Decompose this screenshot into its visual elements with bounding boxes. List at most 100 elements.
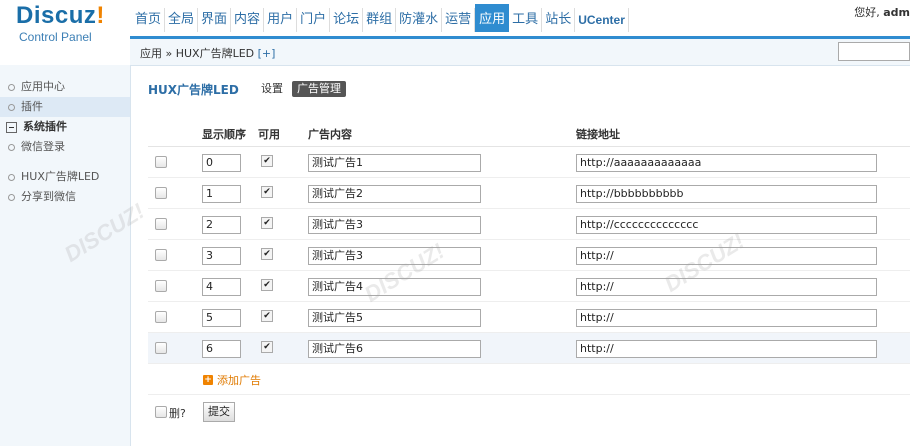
link-input[interactable]: http://	[576, 340, 877, 358]
order-input[interactable]: 0	[202, 154, 241, 172]
sidebar-item-share-wechat[interactable]: 分享到微信	[0, 187, 130, 207]
bullet-icon	[8, 103, 15, 111]
bullet-icon	[8, 143, 15, 151]
order-input[interactable]: 5	[202, 309, 241, 327]
sidebar-group-system-plugins[interactable]: 系统插件	[0, 117, 130, 137]
nav-item-content[interactable]: 内容	[231, 8, 265, 32]
content-input[interactable]: 测试广告3	[308, 216, 481, 234]
order-input[interactable]: 1	[202, 185, 241, 203]
table-row: 3 ✔ 测试广告3 http://	[148, 240, 910, 271]
content-input[interactable]: 测试广告1	[308, 154, 481, 172]
user-info: 您好, adm	[854, 4, 910, 20]
column-header-content: 广告内容	[308, 128, 352, 141]
enabled-checkbox[interactable]: ✔	[261, 248, 273, 260]
nav-item-style[interactable]: 界面	[198, 8, 232, 32]
delete-checkbox[interactable]	[155, 156, 167, 168]
bullet-icon	[8, 193, 15, 201]
table-row: 1 ✔ 测试广告2 http://bbbbbbbbbb	[148, 178, 910, 209]
nav-item-operation[interactable]: 运营	[442, 8, 476, 32]
page-title: HUX广告牌LED	[148, 83, 239, 97]
nav-item-global[interactable]: 全局	[165, 8, 199, 32]
enabled-checkbox[interactable]: ✔	[261, 341, 273, 353]
link-input[interactable]: http://	[576, 278, 877, 296]
logo-subtitle: Control Panel	[19, 30, 92, 44]
enabled-checkbox[interactable]: ✔	[261, 155, 273, 167]
sidebar-item-hux-led[interactable]: HUX广告牌LED	[0, 167, 130, 187]
content-input[interactable]: 测试广告4	[308, 278, 481, 296]
sidebar-item-app-center[interactable]: 应用中心	[0, 77, 130, 97]
nav-item-apps[interactable]: 应用	[475, 4, 510, 32]
link-input[interactable]: http://cccccccccccccc	[576, 216, 877, 234]
tab-ad-management[interactable]: 广告管理	[292, 81, 346, 97]
table-row: 4 ✔ 测试广告4 http://	[148, 271, 910, 302]
enabled-checkbox[interactable]: ✔	[261, 310, 273, 322]
nav-item-tools[interactable]: 工具	[509, 8, 543, 32]
column-header-order: 显示顺序	[202, 128, 246, 141]
submit-button[interactable]: 提交	[203, 402, 235, 422]
nav-item-forum[interactable]: 论坛	[330, 8, 364, 32]
table-row: 0 ✔ 测试广告1 http://aaaaaaaaaaaaa	[148, 147, 910, 178]
main-nav: 首页 全局 界面 内容 用户 门户 论坛 群组 防灌水 运营 应用 工具 站长 …	[132, 4, 629, 36]
delete-checkbox[interactable]	[155, 218, 167, 230]
enabled-checkbox[interactable]: ✔	[261, 217, 273, 229]
link-input[interactable]: http://	[576, 247, 877, 265]
enabled-checkbox[interactable]: ✔	[261, 279, 273, 291]
sidebar-item-plugins[interactable]: 插件	[0, 97, 130, 117]
column-header-link: 链接地址	[576, 128, 620, 141]
ad-table: 显示顺序 可用 广告内容 链接地址 0 ✔ 测试广告1 http://aaaaa…	[148, 120, 910, 427]
user-name[interactable]: adm	[883, 6, 910, 19]
breadcrumb-path: 应用 » HUX广告牌LED	[140, 47, 255, 60]
order-input[interactable]: 6	[202, 340, 241, 358]
collapse-icon[interactable]	[6, 121, 17, 133]
table-header: 显示顺序 可用 广告内容 链接地址	[148, 120, 910, 147]
logo[interactable]: Discuz! Control Panel	[0, 0, 130, 48]
nav-item-ucenter[interactable]: UCenter	[575, 8, 629, 32]
breadcrumb-bar: 应用 » HUX广告牌LED [+]	[130, 39, 910, 66]
bullet-icon	[8, 173, 15, 181]
sidebar-item-label: 分享到微信	[21, 190, 76, 203]
link-input[interactable]: http://aaaaaaaaaaaaa	[576, 154, 877, 172]
breadcrumb: 应用 » HUX广告牌LED [+]	[140, 45, 275, 61]
table-row: 2 ✔ 测试广告3 http://cccccccccccccc	[148, 209, 910, 240]
logo-bang: !	[96, 2, 105, 29]
nav-item-group[interactable]: 群组	[363, 8, 397, 32]
top-header: Discuz! Control Panel 首页 全局 界面 内容 用户 门户 …	[0, 0, 910, 48]
tab-settings[interactable]: 设置	[256, 81, 288, 97]
content-input[interactable]: 测试广告5	[308, 309, 481, 327]
search-input[interactable]	[838, 42, 910, 61]
form-footer: 删? 提交	[148, 395, 910, 427]
sidebar-group-label: 系统插件	[23, 120, 67, 133]
order-input[interactable]: 2	[202, 216, 241, 234]
delete-label: 删?	[169, 407, 186, 420]
delete-checkbox[interactable]	[155, 342, 167, 354]
sidebar-item-label: 微信登录	[21, 140, 65, 153]
content-input[interactable]: 测试广告3	[308, 247, 481, 265]
link-input[interactable]: http://bbbbbbbbbb	[576, 185, 877, 203]
logo-brand: Discuz	[16, 2, 97, 29]
order-input[interactable]: 4	[202, 278, 241, 296]
delete-checkbox[interactable]	[155, 280, 167, 292]
column-header-enabled: 可用	[258, 128, 280, 141]
delete-checkbox[interactable]	[155, 311, 167, 323]
nav-item-founder[interactable]: 站长	[542, 8, 576, 32]
content-input[interactable]: 测试广告2	[308, 185, 481, 203]
breadcrumb-add-shortcut[interactable]: [+]	[258, 47, 276, 60]
link-input[interactable]: http://	[576, 309, 877, 327]
nav-item-user[interactable]: 用户	[264, 8, 298, 32]
sidebar-item-label: HUX广告牌LED	[21, 170, 100, 183]
enabled-checkbox[interactable]: ✔	[261, 186, 273, 198]
content-input[interactable]: 测试广告6	[308, 340, 481, 358]
bullet-icon	[8, 83, 15, 91]
delete-checkbox[interactable]	[155, 187, 167, 199]
sidebar: 应用中心 插件 系统插件 微信登录 HUX广告牌LED 分享到微信	[0, 65, 131, 446]
add-row: + 添加广告	[148, 364, 910, 395]
nav-item-portal[interactable]: 门户	[297, 8, 331, 32]
sidebar-item-label: 插件	[21, 100, 43, 113]
select-all-delete-checkbox[interactable]	[155, 406, 167, 418]
order-input[interactable]: 3	[202, 247, 241, 265]
nav-item-home[interactable]: 首页	[132, 8, 166, 32]
nav-item-antispam[interactable]: 防灌水	[396, 8, 443, 32]
sidebar-item-wechat-login[interactable]: 微信登录	[0, 137, 130, 157]
add-ad-button[interactable]: + 添加广告	[203, 372, 261, 388]
delete-checkbox[interactable]	[155, 249, 167, 261]
